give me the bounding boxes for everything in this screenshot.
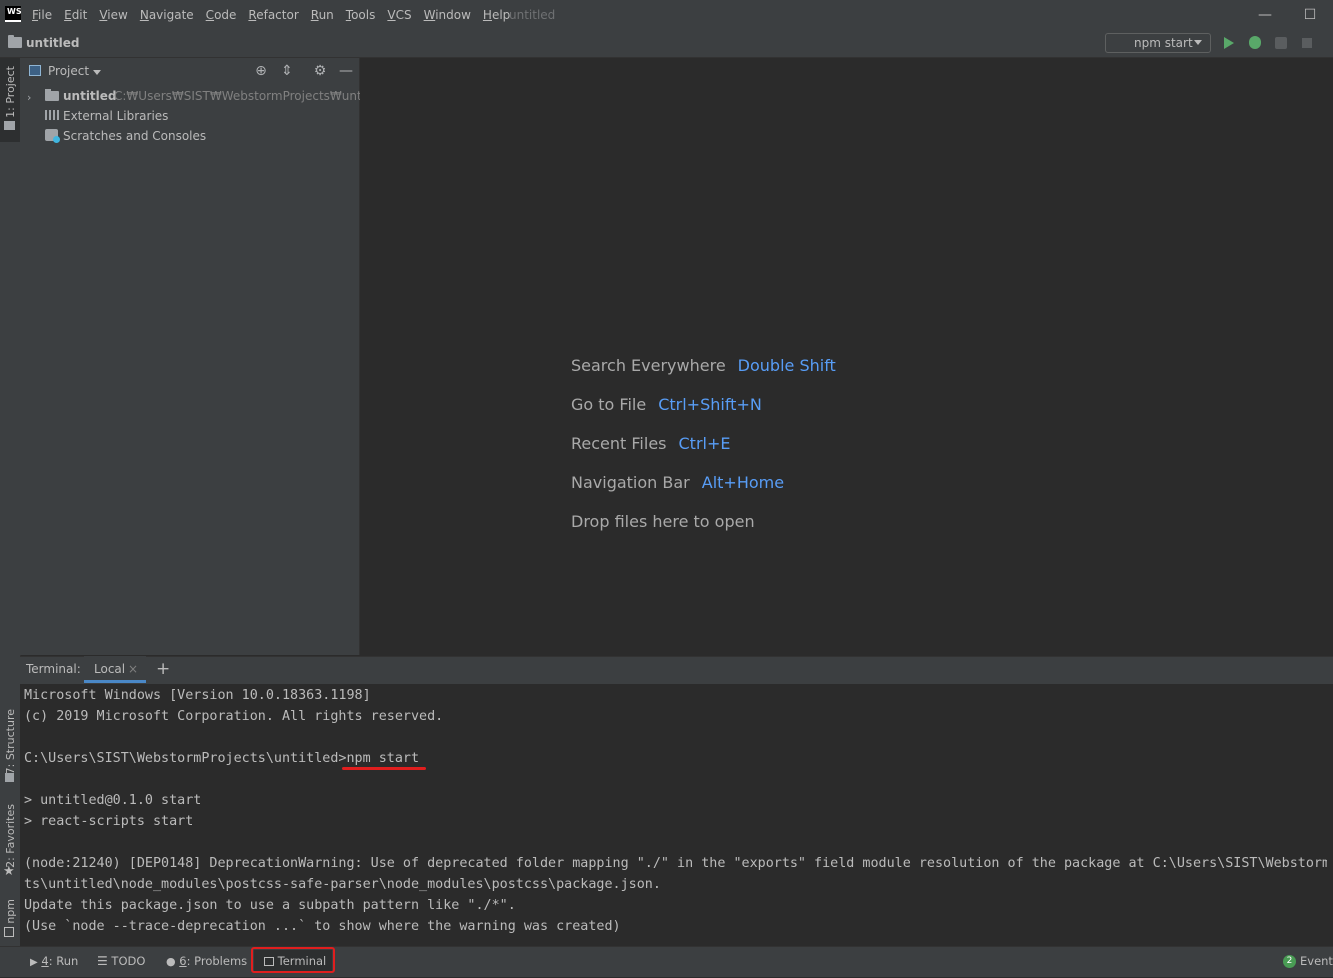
list-icon: ☰ (97, 954, 108, 968)
tool-tab-structure[interactable]: 7: Structure (0, 705, 20, 785)
breadcrumb-project[interactable]: untitled (26, 30, 80, 57)
menu-view[interactable]: View (93, 0, 133, 30)
webstorm-logo-icon: WS (5, 6, 22, 22)
terminal-line: > untitled@0.1.0 start (24, 793, 202, 808)
scratches-icon (45, 129, 60, 143)
hide-panel-icon[interactable]: — (337, 62, 355, 80)
terminal-line: ts\untitled\node_modules\postcss-safe-pa… (24, 877, 661, 892)
folder-icon (8, 35, 22, 48)
hint-search-everywhere: Search Everywhere Double Shift (571, 356, 836, 376)
warning-icon: ● (166, 955, 176, 968)
hint-shortcut[interactable]: Alt+Home (702, 473, 784, 492)
hint-label: Navigation Bar (571, 473, 690, 492)
tree-item-scratches-label: Scratches and Consoles (63, 129, 207, 143)
tree-item-external-libraries-label: External Libraries (63, 109, 169, 123)
terminal-tab-label: Local (94, 662, 126, 676)
chevron-down-icon (1194, 40, 1202, 45)
terminal-scrollbar[interactable] (1327, 684, 1333, 946)
new-terminal-plus-icon[interactable]: + (156, 656, 170, 682)
coverage-icon[interactable] (1275, 37, 1287, 49)
editor-empty-area (360, 58, 1333, 655)
hint-shortcut[interactable]: Ctrl+Shift+N (658, 395, 762, 414)
menu-code[interactable]: Code (200, 0, 243, 30)
structure-icon (5, 773, 14, 782)
tool-window-problems[interactable]: ● 6: Problems (166, 946, 247, 976)
menu-edit[interactable]: Edit (58, 0, 93, 30)
minimize-button[interactable]: — (1242, 0, 1288, 30)
npm-icon (4, 927, 14, 937)
terminal-line-warning: (node:21240) [DEP0148] DeprecationWarnin… (24, 856, 1327, 871)
project-view-icon (29, 65, 41, 76)
hint-label: Drop files here to open (571, 512, 755, 531)
menu-bar: File Edit View Navigate Code Refactor Ru… (26, 0, 516, 30)
tool-tab-favorites-label: 2: Favorites (4, 804, 17, 868)
folder-icon (45, 89, 59, 101)
terminal-line-command: C:\Users\SIST\WebstormProjects\untitled>… (24, 751, 420, 766)
tool-tab-npm[interactable]: npm (0, 895, 20, 941)
red-highlight-box (251, 947, 335, 973)
hint-go-to-file: Go to File Ctrl+Shift+N (571, 395, 762, 415)
hint-recent-files: Recent Files Ctrl+E (571, 434, 730, 454)
terminal-header (20, 656, 1333, 684)
tool-tab-project-label: 1: Project (4, 66, 17, 118)
tool-tab-structure-label: 7: Structure (4, 709, 17, 775)
hint-drop-files: Drop files here to open (571, 512, 755, 532)
terminal-line: Microsoft Windows [Version 10.0.18363.11… (24, 688, 371, 703)
project-panel (20, 58, 360, 655)
tool-window-todo[interactable]: ☰ TODO (97, 946, 145, 976)
terminal-line: (Use `node --trace-deprecation ...` to s… (24, 919, 621, 934)
tree-item-root-name: untitled (63, 89, 117, 103)
terminal-line: > react-scripts start (24, 814, 194, 829)
play-icon: ▶ (30, 957, 38, 968)
chevron-down-icon[interactable] (93, 70, 101, 75)
folder-icon (4, 121, 15, 130)
hint-shortcut[interactable]: Ctrl+E (679, 434, 731, 453)
menu-window[interactable]: Window (418, 0, 477, 30)
menu-refactor[interactable]: Refactor (242, 0, 304, 30)
terminal-line-clip: (node:21240) [DEP0148] DeprecationWarnin… (20, 853, 1327, 874)
run-icon[interactable] (1224, 37, 1234, 49)
hint-shortcut[interactable]: Double Shift (738, 356, 836, 375)
hint-label: Search Everywhere (571, 356, 726, 375)
tool-window-run[interactable]: ▶ 4: Run (30, 946, 78, 976)
project-view-select[interactable]: Project (48, 58, 89, 85)
terminal-title: Terminal: (26, 662, 81, 676)
event-log-button[interactable]: Event (1300, 946, 1333, 976)
debug-bug-icon[interactable] (1249, 36, 1261, 49)
tree-item-root-path: C:₩Users₩SIST₩WebstormProjects₩untitled (114, 89, 389, 103)
menu-vcs[interactable]: VCS (381, 0, 417, 30)
hint-label: Recent Files (571, 434, 667, 453)
tool-tab-npm-label: npm (4, 899, 17, 924)
tool-tab-project[interactable]: 1: Project (0, 58, 20, 142)
star-icon: ★ (3, 864, 15, 879)
close-icon[interactable]: × (128, 656, 138, 683)
run-configuration-select[interactable]: npm start (1105, 33, 1211, 53)
menu-file[interactable]: File (26, 0, 58, 30)
chevron-right-icon[interactable]: › (27, 91, 31, 104)
menu-run[interactable]: Run (305, 0, 340, 30)
collapse-all-icon[interactable]: ⇕ (278, 62, 296, 80)
red-underline-annotation (342, 767, 426, 770)
run-configuration-label: npm start (1134, 36, 1193, 50)
hint-navigation-bar: Navigation Bar Alt+Home (571, 473, 784, 493)
window-title: untitled (509, 8, 556, 22)
stop-icon[interactable] (1302, 38, 1312, 48)
hint-label: Go to File (571, 395, 647, 414)
gear-icon[interactable]: ⚙ (311, 62, 329, 80)
event-count-badge[interactable]: 2 (1283, 955, 1296, 968)
maximize-button[interactable]: ☐ (1287, 0, 1333, 30)
terminal-line: (c) 2019 Microsoft Corporation. All righ… (24, 709, 444, 724)
locate-crosshair-icon[interactable]: ⊕ (252, 62, 270, 80)
terminal-line: Update this package.json to use a subpat… (24, 898, 516, 913)
tool-tab-favorites[interactable]: 2: Favorites ★ (0, 800, 20, 882)
menu-navigate[interactable]: Navigate (134, 0, 200, 30)
menu-tools[interactable]: Tools (340, 0, 382, 30)
library-icon (45, 110, 59, 120)
